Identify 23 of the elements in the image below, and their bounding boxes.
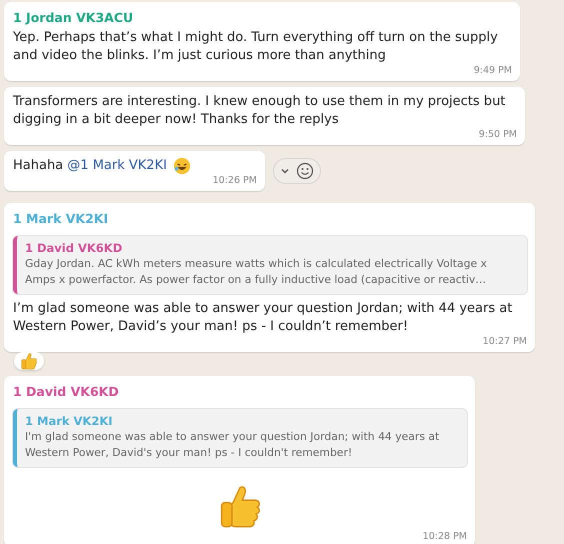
- sender-name: 1 Jordan VK3ACU: [13, 9, 134, 25]
- message-text: Transformers are interesting. I knew enough to use them in my projects but digging in a bit deeper now! Thanks for the replys: [13, 93, 506, 129]
- message-text: I’m glad someone was able to answer your question Jordan; with 44 years at Western Power, David’s your man! ps - I couldn’t remember!: [13, 300, 514, 336]
- quoted-sender: 1 Mark VK2KI: [25, 414, 114, 428]
- quoted-text: I'm glad someone was able to answer your question Jordan; with 44 years at Western Power, David's your man! ps - I couldn't remember!: [25, 429, 440, 461]
- message-text: Yep. Perhaps that’s what I might do. Turn everything off turn on the supply and video the blinks. I’m just curious more than anything: [13, 29, 499, 65]
- quoted-text: Gday Jordan. AC kWh meters measure watts which is calculated electrically Voltage x Amps x powerfactor. As power factor on a fully inductive load (capacitive or reactiv…: [25, 256, 488, 288]
- sender-name: 1 Mark VK2KI: [13, 210, 110, 226]
- message-time: 9:50 PM: [478, 129, 517, 140]
- message-time: 10:28 PM: [422, 531, 467, 542]
- quoted-message[interactable]: 1 Mark VK2KI I'm glad someone was able to answer your question Jordan; with 44 years at Western Power, David's your man! ps - I couldn't remember!: [13, 409, 467, 467]
- reaction-chip[interactable]: [14, 352, 44, 370]
- thumbs-up-icon: [20, 352, 38, 370]
- smiley-icon[interactable]: [296, 162, 314, 180]
- quoted-sender: 1 David VK6KD: [25, 241, 124, 255]
- sender-name: 1 David VK6KD: [13, 383, 120, 399]
- laughing-face-icon: [172, 157, 191, 175]
- message-time: 10:27 PM: [482, 336, 527, 347]
- chevron-down-icon[interactable]: [280, 166, 290, 176]
- message-time: 10:26 PM: [212, 175, 257, 186]
- quoted-message[interactable]: 1 David VK6KD Gday Jordan. AC kWh meters measure watts which is calculated electrically Voltage x Amps x powerfactor. As power factor on a fully inductive load (capacitive or reactiv…: [13, 236, 527, 294]
- message-text: Hahaha @1 Mark VK2KI: [13, 157, 167, 175]
- message-time: 9:49 PM: [474, 65, 512, 76]
